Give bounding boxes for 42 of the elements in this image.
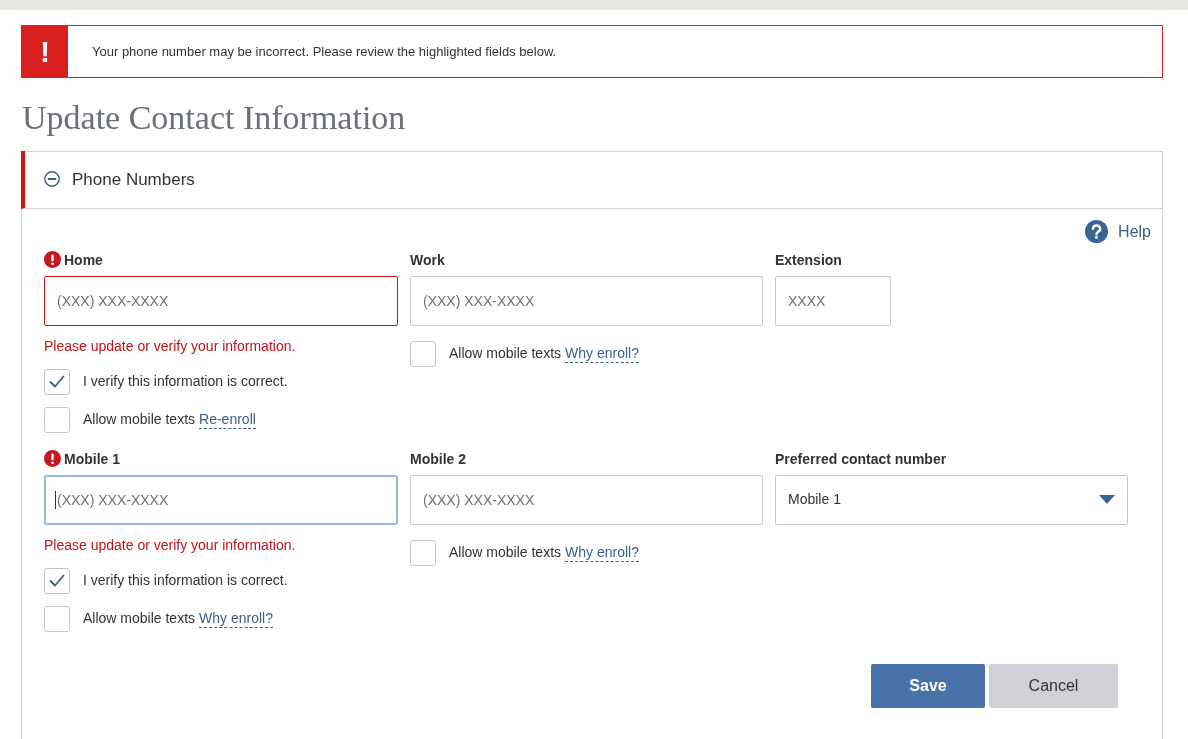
error-message: Please update or verify your information.: [44, 336, 296, 355]
checkbox-label: Allow mobile texts: [449, 543, 562, 563]
check-icon: [49, 375, 65, 389]
enroll-link[interactable]: Why enroll?: [199, 609, 273, 628]
field-label: Work: [410, 250, 445, 269]
phone-input[interactable]: (XXX) XXX-XXXX: [44, 474, 398, 525]
extension-input[interactable]: XXXX: [775, 275, 891, 326]
section-header[interactable]: Phone Numbers: [21, 150, 1162, 209]
checkbox[interactable]: [410, 340, 436, 367]
field-label: Preferred contact number: [775, 449, 947, 468]
checkbox-label: I verify this information is correct.: [83, 571, 288, 591]
checkbox[interactable]: [44, 605, 70, 632]
checkbox[interactable]: [44, 368, 70, 395]
enroll-link[interactable]: Why enroll?: [565, 344, 639, 363]
contact-select[interactable]: Mobile 1: [775, 474, 1128, 525]
caret-icon[interactable]: [1099, 495, 1115, 505]
warning-symbol: !: [22, 26, 68, 77]
text-cursor-icon: [55, 490, 56, 509]
alert-message: Your phone number may be incorrect. Please review the highlighted fields below.: [91, 42, 557, 61]
checkbox-label: I verify this information is correct.: [83, 372, 288, 392]
checkbox-label: Allow mobile texts: [83, 609, 196, 629]
field-label: Mobile 2: [410, 449, 466, 468]
checkbox-label: Allow mobile texts: [449, 344, 562, 364]
page-title: Update Contact Information: [22, 98, 407, 138]
enroll-link[interactable]: Re-enroll: [199, 410, 256, 429]
help-icon[interactable]: [1085, 220, 1109, 244]
phone-input[interactable]: (XXX) XXX-XXXX: [44, 275, 398, 326]
checkbox[interactable]: [44, 567, 70, 594]
checkbox[interactable]: [410, 539, 436, 566]
checkbox-label: Allow mobile texts: [83, 410, 196, 430]
checkbox[interactable]: [44, 406, 70, 433]
enroll-link[interactable]: Why enroll?: [565, 543, 639, 562]
section-title: Phone Numbers: [72, 168, 195, 191]
minus-circle-icon[interactable]: [44, 171, 60, 188]
field-label: Mobile 1: [64, 449, 120, 468]
field-label: Home: [64, 250, 103, 269]
check-icon: [49, 574, 65, 588]
error-message: Please update or verify your information.: [44, 535, 296, 554]
cancel-button[interactable]: Cancel: [989, 663, 1118, 708]
field-label: Extension: [775, 250, 842, 269]
save-button[interactable]: Save: [871, 663, 985, 708]
help-link[interactable]: Help: [1118, 219, 1151, 244]
